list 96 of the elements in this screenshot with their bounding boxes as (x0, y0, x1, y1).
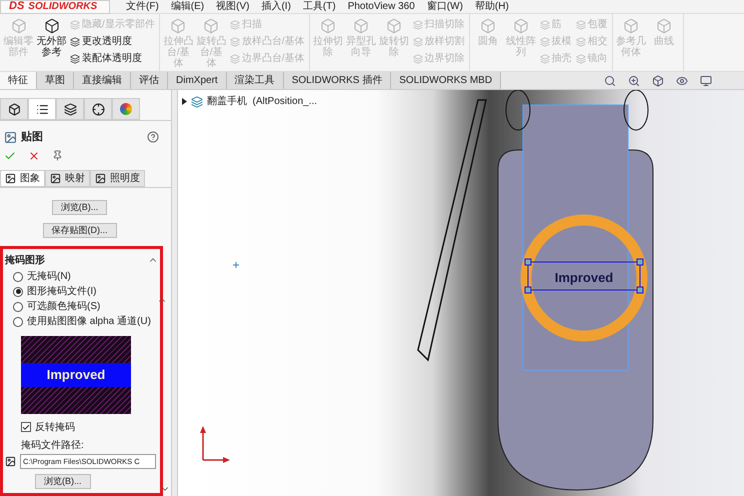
tool-icon (70, 54, 80, 64)
ribbon-tab[interactable]: 渲染工具 (226, 72, 284, 89)
browse-button[interactable]: 保存贴图(D)... (42, 222, 116, 238)
sub-tab[interactable]: 图象 (0, 170, 45, 186)
tool-icon (70, 20, 80, 30)
menu-item[interactable]: 文件(F) (126, 0, 159, 12)
monitor-icon[interactable] (700, 74, 712, 86)
tool-icon (353, 18, 370, 34)
section-title: 掩码图形 (5, 254, 45, 268)
triad-icon (200, 426, 230, 463)
radio-label: 可选颜色掩码(S) (27, 300, 100, 312)
search-icon[interactable] (604, 74, 616, 86)
part-icon (8, 102, 20, 116)
tree-item[interactable]: 翻盖手机 (AltPosition_... (207, 94, 318, 109)
radio-label: 图形掩码文件(I) (27, 286, 96, 298)
tool-icon (412, 54, 423, 64)
pin-icon[interactable] (52, 150, 63, 161)
menu-item[interactable]: 插入(I) (261, 0, 291, 12)
ribbon-tab[interactable]: SOLIDWORKS 插件 (284, 72, 392, 89)
tab-icon (5, 172, 16, 184)
ribbon-button[interactable]: 无外部参考 (35, 14, 68, 71)
tool-icon (170, 18, 186, 34)
expand-arrow-icon[interactable] (182, 98, 187, 105)
tool-icon (203, 18, 220, 34)
image-icon (5, 456, 16, 466)
ribbon-button[interactable]: 装配体透明度 (70, 52, 155, 66)
help-icon[interactable] (147, 131, 159, 144)
browse-button[interactable]: 浏览(B)... (52, 200, 108, 214)
decal-icon (4, 130, 17, 144)
menu-item[interactable]: 工具(T) (302, 0, 336, 12)
tool-icon (10, 18, 26, 34)
menu-item[interactable]: 窗口(W) (426, 0, 463, 12)
tab-icon (95, 172, 106, 184)
browse-button[interactable]: 浏览(B)... (35, 474, 90, 488)
menu-item[interactable]: PhotoView 360 (348, 0, 415, 12)
close-icon[interactable] (28, 150, 40, 162)
ribbon-tab[interactable]: 特征 (0, 72, 37, 89)
tool-icon (70, 37, 80, 47)
radio-button[interactable] (13, 272, 23, 282)
radio-button[interactable] (13, 316, 23, 326)
crosshair-icon (92, 102, 104, 116)
tool-icon (576, 37, 586, 47)
ribbon-tab[interactable]: DimXpert (168, 72, 227, 89)
sub-tab[interactable]: 映射 (45, 170, 90, 186)
panel-title: 贴图 (21, 130, 43, 145)
list-icon (36, 102, 48, 116)
preview-text: Improved (46, 366, 106, 384)
checkbox-label: 反转掩码 (35, 420, 75, 434)
tool-icon (412, 20, 423, 30)
zoom-icon[interactable] (628, 74, 640, 86)
tool-icon (412, 37, 423, 47)
manager-tab[interactable] (28, 98, 56, 120)
manager-tab[interactable] (56, 98, 84, 120)
tool-icon (386, 18, 402, 34)
checkbox[interactable] (21, 422, 31, 432)
tool-icon (656, 18, 672, 34)
ok-icon[interactable] (4, 150, 16, 162)
tool-icon (320, 18, 336, 34)
tool-icon (480, 18, 496, 34)
tool-icon (44, 18, 60, 34)
manager-tab[interactable] (84, 98, 112, 120)
radio-button[interactable] (13, 302, 23, 312)
radio-label: 无掩码(N) (27, 270, 71, 282)
menu-item[interactable]: 编辑(E) (170, 0, 204, 12)
tool-icon (540, 20, 550, 30)
config-icon (64, 102, 76, 116)
tool-icon (230, 37, 240, 47)
tool-icon (230, 20, 240, 30)
radio-label: 使用贴图图像 alpha 通道(U) (27, 316, 151, 328)
menu-item[interactable]: 帮助(H) (474, 0, 509, 12)
ribbon-tab[interactable]: 草图 (37, 72, 74, 89)
tab-icon (50, 172, 61, 184)
field-label: 掩码文件路径: (21, 438, 85, 452)
color-wheel-icon (120, 103, 132, 115)
ribbon-button[interactable]: 更改透明度 (70, 35, 155, 49)
ribbon-tab[interactable]: 评估 (131, 72, 168, 89)
cube-icon[interactable] (652, 74, 664, 86)
radio-button[interactable] (13, 286, 23, 296)
origin-mark (232, 262, 240, 268)
tool-icon (540, 54, 550, 64)
tool-icon (513, 18, 530, 34)
tool-icon (540, 37, 550, 47)
decal-text: Improved (554, 270, 614, 285)
tool-icon (576, 20, 586, 30)
decal-selection-box[interactable] (524, 258, 644, 294)
assembly-icon (191, 96, 203, 108)
manager-tab[interactable] (0, 98, 28, 120)
ribbon-tab[interactable]: 直接编辑 (74, 72, 131, 89)
sub-tab[interactable]: 照明度 (90, 170, 145, 186)
menu-item[interactable]: 视图(V) (216, 0, 250, 12)
eye-icon[interactable] (676, 74, 688, 86)
tool-icon (576, 54, 586, 64)
tool-icon (623, 18, 640, 34)
tool-icon (230, 54, 240, 64)
ribbon-tab[interactable]: SOLIDWORKS MBD (391, 72, 502, 89)
app-logo: DS SOLIDWORKS (0, 0, 110, 14)
